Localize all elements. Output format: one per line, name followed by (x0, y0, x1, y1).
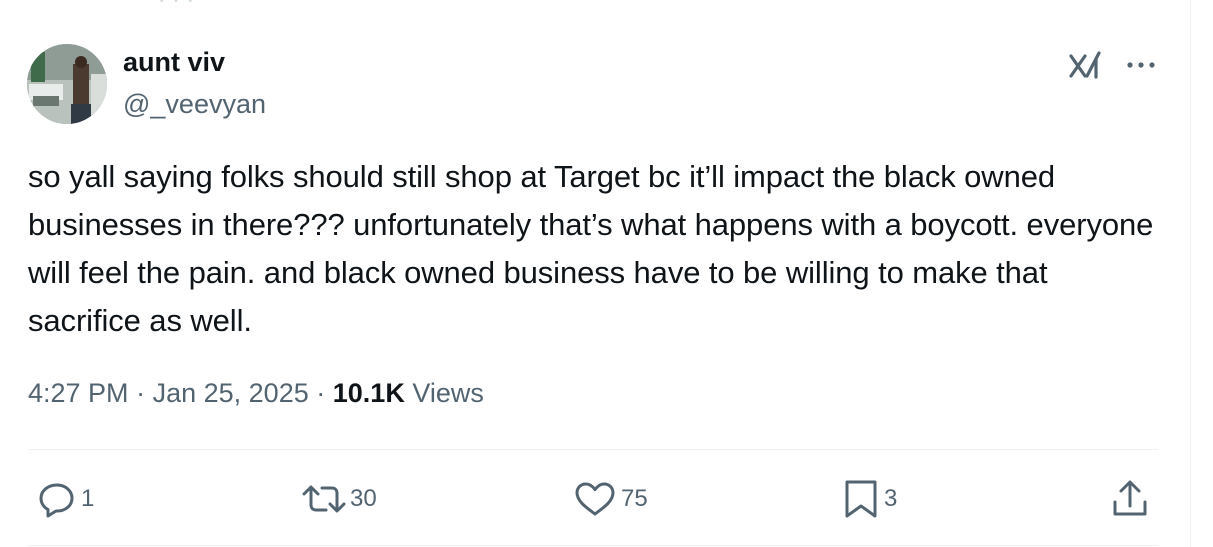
like-button[interactable]: 75 (573, 477, 648, 521)
repost-icon (302, 485, 346, 513)
avatar[interactable] (27, 44, 107, 124)
views-count: 10.1K (332, 378, 405, 408)
tweet-text: so yall saying folks should still shop a… (28, 159, 1154, 338)
meta-separator: · (136, 378, 146, 408)
like-count: 75 (621, 485, 648, 512)
repost-count: 30 (350, 485, 377, 512)
tweet-date[interactable]: Jan 25, 2025 (153, 378, 309, 408)
bookmark-icon (845, 480, 877, 518)
previous-content-edge: • • • (160, 0, 230, 2)
timeline-border (1190, 0, 1191, 547)
bookmark-count: 3 (884, 485, 898, 512)
share-button[interactable] (1110, 477, 1150, 521)
reply-button[interactable]: 1 (37, 477, 94, 521)
author-handle[interactable]: @_veevyan (123, 89, 266, 120)
repost-button[interactable]: 30 (302, 477, 377, 521)
more-options-icon[interactable] (1124, 54, 1158, 76)
reply-icon (39, 483, 74, 518)
grok-icon[interactable] (1068, 50, 1102, 80)
like-icon (575, 482, 615, 516)
meta-separator: · (316, 378, 326, 408)
divider (28, 449, 1158, 450)
views-label: Views (412, 378, 484, 408)
author-display-name[interactable]: aunt viv (123, 47, 225, 78)
avatar-image (27, 44, 107, 124)
tweet-time[interactable]: 4:27 PM (28, 378, 129, 408)
tweet-meta: 4:27 PM · Jan 25, 2025 · 10.1K Views (28, 378, 484, 409)
bottom-divider (28, 545, 1158, 546)
share-icon (1113, 480, 1147, 516)
reply-count: 1 (81, 485, 95, 512)
bookmark-button[interactable]: 3 (842, 477, 897, 521)
